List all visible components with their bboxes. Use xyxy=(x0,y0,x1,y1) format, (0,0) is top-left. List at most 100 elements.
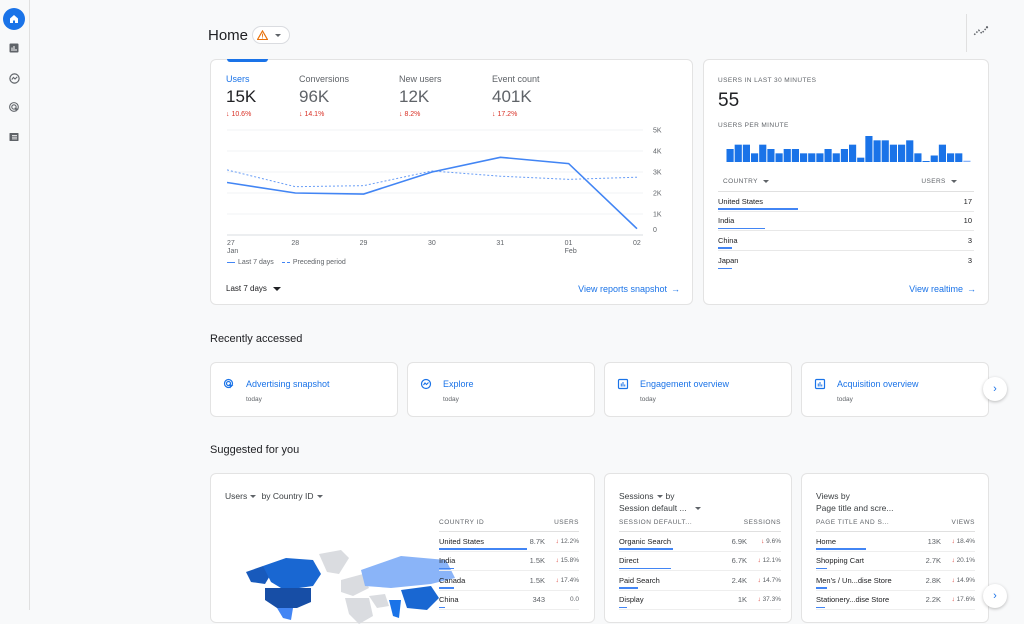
suggested-next-button[interactable]: › xyxy=(983,584,1007,608)
page-title-row: Home xyxy=(208,26,291,44)
map-region-greenland xyxy=(319,550,349,574)
nav-configure[interactable] xyxy=(3,126,25,148)
minute-bar[interactable] xyxy=(742,144,750,162)
minute-bar[interactable] xyxy=(775,153,783,162)
metric-dropdown[interactable]: Sessions by xyxy=(619,490,704,502)
minute-bar[interactable] xyxy=(938,144,946,162)
nav-reports[interactable] xyxy=(3,37,25,59)
recent-item-acquisition-overview[interactable]: Acquisition overview today xyxy=(801,362,989,417)
minute-bar[interactable] xyxy=(832,153,840,162)
caret-down-icon xyxy=(694,507,701,511)
minute-bar[interactable] xyxy=(816,153,824,162)
metric-delta-value: 14.1% xyxy=(304,111,325,118)
minute-bar[interactable] xyxy=(808,153,816,162)
row-value: 2.8K xyxy=(925,575,941,585)
table-row[interactable]: Display 1K ↓ 37.3% xyxy=(619,591,781,610)
minute-bar[interactable] xyxy=(889,144,897,162)
table-row[interactable]: Stationery...dise Store 2.2K ↓ 17.6% xyxy=(816,591,975,610)
minute-bar[interactable] xyxy=(824,149,832,162)
minute-bar[interactable] xyxy=(767,149,775,162)
metric-tab-new-users[interactable]: New users 12K ↓ 8.2% xyxy=(399,74,442,118)
minute-bar[interactable] xyxy=(734,144,742,162)
table-row[interactable]: United States 17 xyxy=(718,192,974,212)
minute-bar[interactable] xyxy=(906,140,914,162)
x-tick-label: 02 xyxy=(633,240,641,247)
down-arrow-icon: ↓ xyxy=(757,576,761,584)
change-value: 18.4% xyxy=(956,537,975,545)
minute-bar[interactable] xyxy=(759,144,767,162)
down-arrow-icon: ↓ xyxy=(951,596,955,604)
table-row[interactable]: Japan 3 xyxy=(718,251,974,271)
minute-bar[interactable] xyxy=(914,153,922,162)
table-row[interactable]: China 3 xyxy=(718,231,974,251)
minute-bar[interactable] xyxy=(791,149,799,162)
change-value: 12.2% xyxy=(560,537,579,545)
dimension-dropdown[interactable]: Session default ... xyxy=(619,502,704,514)
table-header: COUNTRY ID USERS xyxy=(439,514,579,532)
minute-bar[interactable] xyxy=(930,155,938,163)
table-row[interactable]: Direct 6.7K ↓ 12.1% xyxy=(619,552,782,571)
metric-dropdown[interactable]: Users xyxy=(225,491,259,501)
column-country[interactable]: COUNTRY xyxy=(723,178,772,185)
minute-bar[interactable] xyxy=(947,153,955,162)
recent-item-title: Engagement overview xyxy=(640,379,730,389)
recent-item-engagement-overview[interactable]: Engagement overview today xyxy=(604,362,792,417)
minute-bar[interactable] xyxy=(873,140,881,162)
table-row[interactable]: Home 13K ↓ 18.4% xyxy=(816,532,975,552)
metric-tab-event-count[interactable]: Event count 401K ↓ 17.2% xyxy=(492,74,540,118)
table-row[interactable]: Men's / Un...dise Store 2.8K ↓ 14.9% xyxy=(816,571,975,591)
minute-bar[interactable] xyxy=(955,153,963,162)
minute-bar[interactable] xyxy=(865,136,873,162)
share-bar xyxy=(439,567,454,569)
column-users[interactable]: USERS xyxy=(921,178,960,185)
sessions-table: SESSION DEFAULT... SESSIONS Organic Sear… xyxy=(619,514,781,610)
minute-bar[interactable] xyxy=(849,144,857,162)
dimension-label[interactable]: Page title and scre... xyxy=(816,502,894,514)
legend-label: Last 7 days xyxy=(238,259,274,266)
table-row[interactable]: Shopping Cart 2.7K ↓ 20.1% xyxy=(816,552,975,571)
nav-home[interactable] xyxy=(3,8,25,30)
table-row[interactable]: India 1.5K ↓ 15.8% xyxy=(439,552,579,571)
metric-label[interactable]: Views by xyxy=(816,490,894,502)
minute-bar[interactable] xyxy=(898,144,906,162)
x-tick-label: 01 xyxy=(565,240,573,247)
minute-bar[interactable] xyxy=(857,157,865,162)
views-by-page-card: Views by Page title and scre... PAGE TIT… xyxy=(801,473,989,623)
toolbar-divider xyxy=(966,14,967,52)
table-row[interactable]: Paid Search 2.4K ↓ 14.7% xyxy=(619,571,781,591)
realtime-country-table: COUNTRY USERS United States 17 India 10 … xyxy=(718,172,974,270)
metric-tab-conversions[interactable]: Conversions 96K ↓ 14.1% xyxy=(299,74,349,118)
row-change: ↓ 12.1% xyxy=(747,557,782,564)
dimension-dropdown[interactable]: by Country ID xyxy=(262,491,326,501)
table-row[interactable]: India 10 xyxy=(718,212,974,231)
minute-bar[interactable] xyxy=(783,149,791,162)
date-range-dropdown[interactable]: Last 7 days xyxy=(226,284,284,293)
view-reports-snapshot-link[interactable]: View reports snapshot → xyxy=(578,284,680,294)
table-row[interactable]: Organic Search 6.9K ↓ 9.6% xyxy=(619,532,781,552)
nav-explore[interactable] xyxy=(3,67,25,89)
table-row[interactable]: United States 8.7K ↓ 12.2% xyxy=(439,532,579,552)
views-table: PAGE TITLE AND S... VIEWS Home 13K ↓ 18.… xyxy=(816,514,975,610)
metric-tab-users[interactable]: Users 15K ↓ 10.6% xyxy=(226,74,256,118)
view-realtime-link[interactable]: View realtime → xyxy=(909,284,976,294)
minute-bar[interactable] xyxy=(881,140,889,162)
warning-dropdown[interactable] xyxy=(252,26,291,44)
minute-bar[interactable] xyxy=(751,153,759,162)
minute-bar[interactable] xyxy=(922,161,930,162)
recent-item-advertising-snapshot[interactable]: Advertising snapshot today xyxy=(210,362,398,417)
insights-button[interactable] xyxy=(972,24,992,42)
caret-down-icon xyxy=(656,495,663,499)
minute-bar[interactable] xyxy=(963,160,971,162)
table-row[interactable]: China 343 0.0 xyxy=(439,591,579,610)
x-tick-sublabel: Feb xyxy=(565,248,577,255)
down-arrow-icon: ↓ xyxy=(757,596,761,604)
table-row[interactable]: Canada 1.5K ↓ 17.4% xyxy=(439,571,579,591)
nav-advertising[interactable] xyxy=(3,96,25,118)
map-region-usa xyxy=(265,588,311,608)
recent-next-button[interactable]: › xyxy=(983,377,1007,401)
minute-bar[interactable] xyxy=(800,153,808,162)
recent-item-explore[interactable]: Explore today xyxy=(407,362,595,417)
bar-chart-icon xyxy=(617,378,629,390)
minute-bar[interactable] xyxy=(840,149,848,162)
minute-bar[interactable] xyxy=(726,149,734,162)
